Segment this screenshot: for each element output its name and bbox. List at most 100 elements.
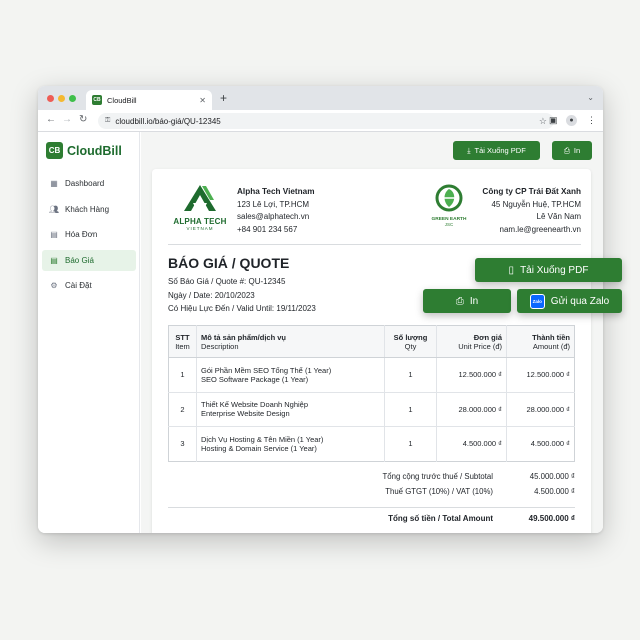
item-description: Thiết Kế Website Doanh Nghiệp Enterprise … [196,392,385,427]
subtotal-row: Tổng cộng trước thuế / Subtotal 45.000.0… [332,469,575,484]
url-text: cloudbill.io/báo-giá/QU-12345 [115,116,221,126]
vat-label: Thuế GTGT (10%) / VAT (10%) [385,487,493,496]
buyer-email: nam.le@greenearth.vn [499,224,582,234]
item-unit-price: 28.000.000 ₫ [436,392,507,427]
new-tab-icon[interactable]: + [220,91,227,105]
column-header-amount: Thành tiền Amount (đ) [506,325,575,358]
sidebar-item-label: Khách Hàng [65,204,110,214]
sidebar-item-invoices[interactable]: ▤ Hóa Đơn [42,224,136,245]
table-header-row: STT Item Mô tả sản phẩm/dịch vụ Descriptio… [168,325,575,358]
total-value: 49.500.000 ₫ [528,514,575,523]
item-description: Gói Phần Mềm SEO Tổng Thể (1 Year) SEO So… [196,357,385,393]
url-field[interactable]: ⚿ cloudbill.io/báo-giá/QU-12345 ☆ [98,113,554,129]
grand-total-section: Tổng số tiền / Total Amount 49.500.000 ₫ [168,507,575,526]
item-qty: 1 [384,357,437,393]
users-icon: 👥︎ [48,204,60,214]
address-bar: ← → ↻ ⚿ cloudbill.io/báo-giá/QU-12345 ☆ … [38,110,603,132]
document-icon: ▤ [50,230,58,240]
floating-download-pdf-label: Tải Xuống PDF [520,264,589,276]
buyer-address: 45 Nguyễn Huệ, TP.HCM [491,199,581,209]
item-description: Dịch Vụ Hosting & Tên Miền (1 Year) Hosti… [196,426,385,461]
tab-title: CloudBill [107,95,137,105]
download-pdf-label: Tải Xuống PDF [474,146,526,155]
quote-date: Ngày / Date: 20/10/2023 [168,290,255,300]
browser-tab[interactable]: CB CloudBill ✕ [86,90,212,110]
item-unit-price: 12.500.000 ₫ [436,357,507,393]
seller-logo-sub: VIETNAM [186,226,214,231]
seller-logo: ALPHA TECH VIETNAM [168,184,232,231]
sidebar-item-label: Báo Giá [65,255,94,265]
buyer-name: Công ty CP Trái Đất Xanh [482,187,581,196]
seller-email: sales@alphatech.vn [237,212,310,221]
total-label: Tổng số tiền / Total Amount [388,514,493,523]
seller-phone: +84 901 234 567 [237,224,298,234]
header-divider [168,244,581,245]
item-amount: 12.500.000 ₫ [506,357,575,393]
tab-bar: CB CloudBill ✕ + ⌄ [38,86,603,110]
minimize-window-button[interactable] [58,95,65,102]
bookmark-star-icon[interactable]: ☆ [539,116,547,127]
item-amount: 28.000.000 ₫ [506,392,575,427]
subtotal-label: Tổng cộng trước thuế / Subtotal [382,472,493,481]
floating-print-label: In [469,295,479,307]
close-window-button[interactable] [47,95,54,102]
item-number: 1 [168,357,197,393]
sidebar-item-customers[interactable]: 👥︎ Khách Hàng [42,199,136,220]
back-arrow-icon[interactable]: ← [46,114,56,125]
line-items-table: STT Item Mô tả sản phẩm/dịch vụ Descriptio… [168,325,575,462]
seller-name: Alpha Tech Vietnam [237,187,315,196]
buyer-contact: Lê Văn Nam [536,212,581,221]
item-amount: 4.500.000 ₫ [506,426,575,461]
sidebar-item-quotes[interactable]: ▤ Báo Giá [42,249,136,271]
sidebar: CB CloudBill ▦ Dashboard 👥︎ Khách Hàng ▤… [38,132,140,533]
floating-download-pdf-button[interactable]: ▯ Tải Xuống PDF [475,258,622,282]
table-row: 3 Dịch Vụ Hosting & Tên Miền (1 Year) Hos… [169,426,575,461]
totals-section: Tổng cộng trước thuế / Subtotal 45.000.0… [332,469,575,499]
buyer-logo-sub: JSC [444,222,454,227]
alpha-tech-logo-icon [184,185,216,211]
seller-address: 123 Lê Lợi, TP.HCM [237,199,310,209]
reload-icon[interactable]: ↻ [79,114,87,125]
table-row: 1 Gói Phần Mềm SEO Tổng Thể (1 Year) SEO … [168,357,575,393]
vat-value: 4.500.000 ₫ [534,487,575,496]
quote-document: ALPHA TECH VIETNAM Alpha Tech Vietnam 12… [152,169,591,533]
seller-logo-text: ALPHA TECH [173,217,227,226]
printer-icon: ⎙ [563,145,570,155]
app-logo[interactable]: CB CloudBill [46,142,122,159]
maximize-window-button[interactable] [69,95,76,102]
column-header-qty: Số lượng Qty [384,325,437,358]
close-tab-icon[interactable]: ✕ [199,96,206,105]
send-zalo-button[interactable]: Zalo Gửi qua Zalo [517,289,622,313]
site-info-icon[interactable]: ⚿ [105,117,110,125]
buyer-info: Công ty CP Trái Đất Xanh 45 Nguyễn Huệ, … [482,186,581,236]
total-row: Tổng số tiền / Total Amount 49.500.000 ₫ [168,511,575,526]
quote-meta: Số Báo Giá / Quote #: QU-12345 Ngày / Da… [168,275,316,316]
item-number: 2 [168,392,197,427]
zalo-icon: Zalo [529,293,545,309]
vat-row: Thuế GTGT (10%) / VAT (10%) 4.500.000 ₫ [332,484,575,499]
forward-arrow-icon[interactable]: → [62,114,72,125]
sidebar-menu: ▦ Dashboard 👥︎ Khách Hàng ▤ Hóa Đơn ▤ Bá… [42,173,136,301]
globe-leaf-icon [435,184,463,212]
floating-print-button[interactable]: ⎙ In [423,289,511,313]
print-button[interactable]: ⎙ In [552,141,592,160]
buyer-logo: GREEN EARTH JSC [422,184,476,227]
logo-name: CloudBill [67,143,122,158]
pdf-file-icon: ▯ [508,264,515,276]
print-label: In [573,146,581,155]
gear-icon: ⚙ [50,281,58,291]
tab-search-chevron-icon[interactable]: ⌄ [587,93,594,102]
seller-info: Alpha Tech Vietnam 123 Lê Lợi, TP.HCM sa… [237,186,315,236]
more-menu-icon[interactable]: ⋮ [587,115,596,126]
column-header-description: Mô tả sản phẩm/dịch vụ Description [196,325,385,358]
download-pdf-button[interactable]: ⤓ Tải Xuống PDF [453,141,540,160]
quote-title: BÁO GIÁ / QUOTE [168,255,290,271]
quote-valid-until: Có Hiệu Lực Đến / Valid Until: 19/11/202… [168,304,316,313]
column-header-unit-price: Đơn giá Unit Price (đ) [436,325,507,358]
side-panel-icon[interactable]: ▣ [549,115,558,126]
column-header-item: STT Item [168,325,197,358]
item-unit-price: 4.500.000 ₫ [436,426,507,461]
sidebar-item-dashboard[interactable]: ▦ Dashboard [42,173,136,194]
sidebar-item-settings[interactable]: ⚙ Cài Đặt [42,275,136,296]
profile-avatar-icon[interactable]: ● [566,115,577,126]
